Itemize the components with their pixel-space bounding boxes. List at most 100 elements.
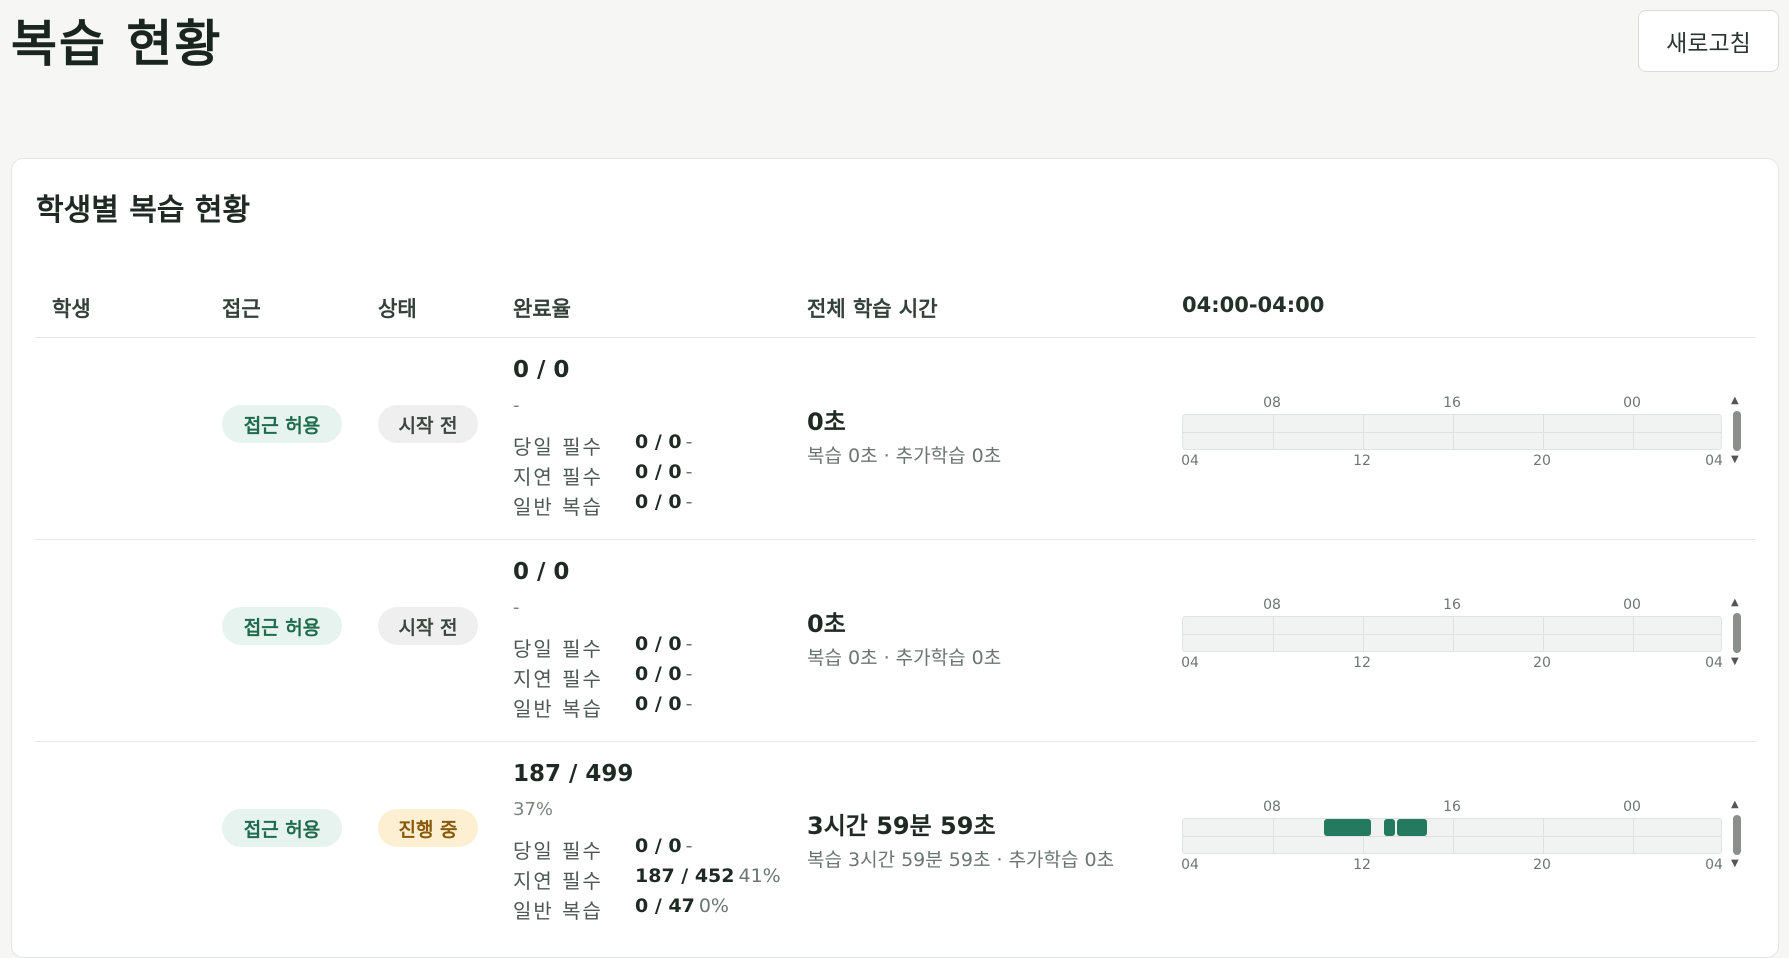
sub-category-label: 일반 복습 <box>513 495 603 519</box>
timeline-track <box>1182 818 1722 854</box>
timeline-gridline <box>1633 415 1634 449</box>
sub-category-label: 지연 필수 <box>513 667 603 691</box>
timeline-hour-label: 08 <box>1263 799 1281 815</box>
column-header-student: 학생 <box>52 297 91 321</box>
total-study-time: 0초 <box>807 408 846 436</box>
access-badge[interactable]: 접근 허용 <box>222 405 342 443</box>
study-time-breakdown: 복습 0초 · 추가학습 0초 <box>807 647 1002 669</box>
card-title: 학생별 복습 현황 <box>36 193 251 228</box>
column-header-completion: 완료율 <box>513 297 571 321</box>
timeline-gridline <box>1543 819 1544 853</box>
total-study-time: 3시간 59분 59초 <box>807 812 996 840</box>
timeline-gridline <box>1363 617 1364 651</box>
sub-category-rate: 41% <box>738 865 781 887</box>
timeline-scrollbar[interactable]: ▲ ▼ <box>1730 395 1744 469</box>
study-time-breakdown: 복습 3시간 59분 59초 · 추가학습 0초 <box>807 849 1115 871</box>
page-title: 복습 현황 <box>11 15 223 73</box>
timeline-hour-label: 00 <box>1623 597 1641 613</box>
sub-category-rate: - <box>685 431 693 453</box>
timeline-gridline <box>1633 617 1634 651</box>
timeline-scrollbar[interactable]: ▲ ▼ <box>1730 799 1744 873</box>
scroll-up-icon[interactable]: ▲ <box>1731 800 1739 810</box>
sub-category-label: 일반 복습 <box>513 697 603 721</box>
timeline-hour-label: 12 <box>1353 655 1371 671</box>
sub-category-count: 0 / 0 <box>635 835 682 857</box>
study-session-segment[interactable] <box>1323 819 1371 836</box>
timeline-hour-label: 12 <box>1353 453 1371 469</box>
timeline-hour-label: 04 <box>1181 453 1199 469</box>
refresh-button[interactable]: 새로고침 <box>1638 10 1779 72</box>
activity-timeline: 08 16 00 04 12 20 04 ▲ ▼ <box>1181 799 1741 879</box>
timeline-hour-label: 20 <box>1533 453 1551 469</box>
timeline-gridline <box>1273 415 1274 449</box>
sub-category-rate: 0% <box>698 895 729 917</box>
timeline-scrollbar[interactable]: ▲ ▼ <box>1730 597 1744 671</box>
sub-category-value: 187 / 452 41% <box>635 865 781 887</box>
scrollbar-thumb[interactable] <box>1733 613 1741 653</box>
sub-category-count: 0 / 0 <box>635 693 682 715</box>
timeline-hour-label: 04 <box>1181 857 1199 873</box>
total-study-time: 0초 <box>807 610 846 638</box>
study-session-segment[interactable] <box>1383 819 1395 836</box>
row-divider <box>35 741 1756 742</box>
completion-percent: - <box>513 597 520 618</box>
timeline-hour-label: 16 <box>1443 799 1461 815</box>
sub-category-value: 0 / 0- <box>635 693 692 715</box>
timeline-gridline <box>1273 819 1274 853</box>
table-row: 접근 허용 시작 전0 / 0- 당일 필수 0 / 0- 지연 필수 0 / 0- 일반 … <box>12 539 1778 741</box>
status-badge: 진행 중 <box>378 809 478 847</box>
sub-category-label: 지연 필수 <box>513 465 603 489</box>
column-header-access: 접근 <box>222 297 261 321</box>
sub-category-rate: - <box>685 663 693 685</box>
sub-category-value: 0 / 47 0% <box>635 895 729 917</box>
timeline-track <box>1182 414 1722 450</box>
sub-category-value: 0 / 0- <box>635 663 692 685</box>
scrollbar-thumb[interactable] <box>1733 411 1741 451</box>
sub-category-rate: - <box>685 693 693 715</box>
sub-category-count: 0 / 0 <box>635 663 682 685</box>
timeline-gridline <box>1633 819 1634 853</box>
timeline-hour-label: 00 <box>1623 799 1641 815</box>
scroll-down-icon[interactable]: ▼ <box>1731 657 1739 667</box>
timeline-hour-label: 16 <box>1443 395 1461 411</box>
table-row: 접근 허용 시작 전0 / 0- 당일 필수 0 / 0- 지연 필수 0 / 0- 일반 … <box>12 337 1778 539</box>
timeline-gridline <box>1363 415 1364 449</box>
sub-category-value: 0 / 0- <box>635 835 692 857</box>
timeline-hour-label: 20 <box>1533 655 1551 671</box>
sub-category-value: 0 / 0- <box>635 431 692 453</box>
timeline-hour-label: 08 <box>1263 597 1281 613</box>
timeline-hour-label: 08 <box>1263 395 1281 411</box>
sub-category-label: 당일 필수 <box>513 637 603 661</box>
row-divider <box>35 337 1756 338</box>
sub-category-count: 0 / 0 <box>635 431 682 453</box>
timeline-hour-label: 16 <box>1443 597 1461 613</box>
timeline-gridline <box>1543 415 1544 449</box>
access-badge[interactable]: 접근 허용 <box>222 809 342 847</box>
sub-category-count: 0 / 0 <box>635 461 682 483</box>
sub-category-label: 당일 필수 <box>513 839 603 863</box>
timeline-gridline <box>1453 617 1454 651</box>
scroll-down-icon[interactable]: ▼ <box>1731 859 1739 869</box>
sub-category-rate: - <box>685 461 693 483</box>
sub-category-label: 일반 복습 <box>513 899 603 923</box>
sub-category-count: 187 / 452 <box>635 865 735 887</box>
sub-category-rate: - <box>685 491 693 513</box>
scrollbar-thumb[interactable] <box>1733 815 1741 855</box>
student-review-card: 학생별 복습 현황 학생 접근 상태 완료율 전체 학습 시간 04:00-04… <box>11 158 1779 958</box>
timeline-hour-label: 04 <box>1705 655 1723 671</box>
sub-category-count: 0 / 0 <box>635 633 682 655</box>
sub-category-rate: - <box>685 835 693 857</box>
scroll-down-icon[interactable]: ▼ <box>1731 455 1739 465</box>
completion-ratio: 187 / 499 <box>513 761 634 787</box>
scroll-up-icon[interactable]: ▲ <box>1731 598 1739 608</box>
study-time-breakdown: 복습 0초 · 추가학습 0초 <box>807 445 1002 467</box>
activity-timeline: 08 16 00 04 12 20 04 ▲ ▼ <box>1181 597 1741 677</box>
study-session-segment[interactable] <box>1396 819 1427 836</box>
access-badge[interactable]: 접근 허용 <box>222 607 342 645</box>
timeline-midline <box>1183 836 1721 837</box>
timeline-gridline <box>1543 617 1544 651</box>
timeline-track <box>1182 616 1722 652</box>
scroll-up-icon[interactable]: ▲ <box>1731 396 1739 406</box>
column-header-total-time: 전체 학습 시간 <box>807 297 938 321</box>
completion-percent: - <box>513 395 520 416</box>
